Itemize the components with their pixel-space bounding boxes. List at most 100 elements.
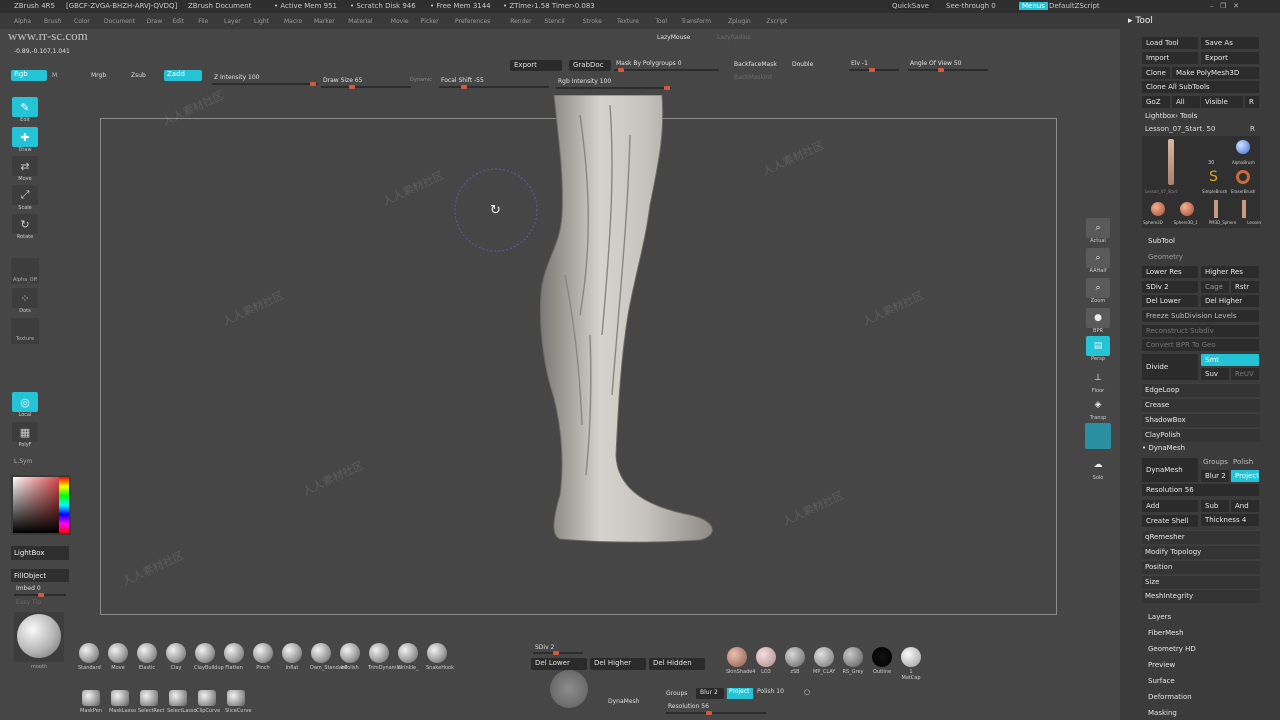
crease-menu[interactable]: Crease bbox=[1142, 398, 1260, 412]
bottom-groups-button[interactable]: Groups bbox=[666, 690, 687, 697]
zoom-button[interactable]: ⌕ Zoom bbox=[1085, 278, 1111, 304]
smooth-brush[interactable] bbox=[14, 612, 64, 662]
sphere3d-1-thumb[interactable] bbox=[1180, 202, 1194, 216]
import-button[interactable]: Import bbox=[1142, 52, 1198, 64]
draw-size-slider[interactable]: Draw Size 65 bbox=[323, 77, 362, 84]
del-lower-button[interactable]: Del Lower bbox=[1142, 295, 1198, 307]
bottom-del-higher-button[interactable]: Del Higher bbox=[590, 658, 646, 670]
backmaskint-slider[interactable]: BackMaskInt bbox=[734, 74, 772, 81]
make-polymesh-button[interactable]: Make PolyMesh3D bbox=[1172, 67, 1259, 79]
lightbox-tools-button[interactable]: Lightbox› Tools bbox=[1145, 112, 1197, 120]
brush-hpolish[interactable]: hPolish bbox=[339, 643, 361, 671]
lazyradius-slider[interactable]: LazyRadius bbox=[717, 34, 751, 41]
menu-texture[interactable]: Texture bbox=[617, 18, 639, 25]
menu-transform[interactable]: Transform bbox=[681, 18, 711, 25]
menu-color[interactable]: Color bbox=[74, 18, 90, 25]
color-picker[interactable] bbox=[11, 475, 71, 535]
brush-trimdynamic[interactable]: TrimDynamic bbox=[368, 643, 401, 671]
claypolish-menu[interactable]: ClayPolish bbox=[1142, 428, 1260, 442]
brush-move[interactable]: Move bbox=[107, 643, 129, 671]
groups-button[interactable]: Groups bbox=[1203, 458, 1228, 466]
menu-document[interactable]: Document bbox=[104, 18, 135, 25]
mrgb-button[interactable]: Mrgb bbox=[91, 72, 106, 79]
menu-light[interactable]: Light bbox=[254, 18, 269, 25]
material-1-matcap[interactable]: 1 MatCap bbox=[900, 647, 922, 681]
lsym-button[interactable]: L.Sym bbox=[14, 458, 32, 465]
brush-inflat[interactable]: Inflat bbox=[281, 643, 303, 671]
menu-picker[interactable]: Picker bbox=[421, 18, 439, 25]
create-shell-button[interactable]: Create Shell bbox=[1142, 515, 1198, 527]
sdiv-slider[interactable]: SDiv 2 bbox=[1142, 281, 1198, 293]
visible-button[interactable]: Visible bbox=[1201, 96, 1243, 108]
material-rs-grey[interactable]: RS_Grey bbox=[842, 647, 864, 681]
alphabrush-thumb[interactable] bbox=[1236, 140, 1250, 154]
dynamesh-section[interactable]: • DynaMesh bbox=[1142, 444, 1185, 452]
menu-macro[interactable]: Macro bbox=[284, 18, 302, 25]
floor-button[interactable]: ⊥ Floor bbox=[1085, 368, 1111, 394]
lazymouse-button[interactable]: LazyMouse bbox=[657, 34, 690, 41]
draw-tool[interactable]: ✚ Draw bbox=[11, 127, 39, 153]
bottom-dynamesh-button[interactable]: DynaMesh bbox=[608, 698, 639, 705]
circle-toggle[interactable]: ○ bbox=[804, 688, 810, 696]
menu-render[interactable]: Render bbox=[510, 18, 531, 25]
reconstruct-subdiv-button[interactable]: Reconstruct Subdiv bbox=[1142, 325, 1259, 337]
brush-masklasso[interactable]: MaskLasso bbox=[109, 690, 136, 714]
scale-tool[interactable]: ⤢ Scale bbox=[11, 185, 39, 211]
z-intensity-track[interactable] bbox=[212, 82, 318, 86]
brush-dam-standard[interactable]: Dam_Standard bbox=[310, 643, 347, 671]
thickness-slider[interactable]: Thickness 4 bbox=[1201, 514, 1259, 526]
bottom-resolution-track[interactable] bbox=[666, 711, 766, 715]
quicksave-button[interactable]: QuickSave bbox=[888, 2, 933, 10]
imbed-slider[interactable]: Imbed 0 bbox=[16, 585, 41, 592]
del-hidden-button[interactable]: Del Hidden bbox=[649, 658, 705, 670]
divide-button[interactable]: Divide bbox=[1142, 354, 1198, 380]
resolution-slider[interactable]: Resolution 56 bbox=[1142, 484, 1259, 496]
double-button[interactable]: Double bbox=[792, 61, 813, 68]
solo-button[interactable]: ☁ Solo bbox=[1085, 455, 1111, 481]
position-menu[interactable]: Position bbox=[1142, 560, 1260, 574]
pm3d-thumb[interactable] bbox=[1214, 200, 1218, 218]
xpose-button[interactable] bbox=[1085, 423, 1111, 449]
masking-menu[interactable]: Masking bbox=[1148, 709, 1177, 717]
default-zscript-button[interactable]: DefaultZScript bbox=[1049, 2, 1100, 10]
hue-strip[interactable] bbox=[59, 477, 69, 533]
menu-material[interactable]: Material bbox=[348, 18, 372, 25]
menu-preferences[interactable]: Preferences bbox=[455, 18, 490, 25]
size-menu[interactable]: Size bbox=[1142, 575, 1260, 589]
r-button[interactable]: R bbox=[1245, 96, 1259, 108]
brush-snakehook[interactable]: SnakeHook bbox=[426, 643, 454, 671]
reuv-button[interactable]: ReUV bbox=[1231, 368, 1259, 380]
del-higher-button[interactable]: Del Higher bbox=[1201, 295, 1259, 307]
mask-polygroups-track[interactable] bbox=[614, 68, 719, 72]
convert-bpr-button[interactable]: Convert BPR To Geo bbox=[1142, 339, 1259, 351]
menu-brush[interactable]: Brush bbox=[44, 18, 61, 25]
eraserbrush-thumb[interactable] bbox=[1236, 170, 1250, 184]
edit-tool[interactable]: ✎ Edit bbox=[11, 97, 39, 123]
smt-button[interactable]: Smt bbox=[1201, 354, 1259, 366]
aahalf-button[interactable]: ⌕ AAHalf bbox=[1085, 248, 1111, 274]
all-button[interactable]: All bbox=[1172, 96, 1200, 108]
m-button[interactable]: M bbox=[52, 72, 57, 79]
blur-slider[interactable]: Blur 2 bbox=[1201, 470, 1229, 482]
sphere3d-thumb[interactable] bbox=[1151, 202, 1165, 216]
geometry-menu[interactable]: Geometry bbox=[1148, 253, 1183, 261]
angle-of-view-track[interactable] bbox=[908, 68, 988, 72]
meshintegrity-menu[interactable]: MeshIntegrity bbox=[1142, 589, 1260, 603]
window-controls[interactable]: – ❐ ✕ bbox=[1210, 2, 1239, 10]
draw-size-track[interactable] bbox=[321, 85, 411, 89]
tool-r-button[interactable]: R bbox=[1250, 125, 1255, 133]
export-button[interactable]: Export bbox=[510, 60, 562, 71]
clone-button[interactable]: Clone bbox=[1142, 67, 1170, 79]
polish-button[interactable]: Polish bbox=[1233, 458, 1253, 466]
menus-button[interactable]: Menus bbox=[1019, 2, 1048, 10]
menu-draw[interactable]: Draw bbox=[147, 18, 163, 25]
material-skinshade4[interactable]: SkinShade4 bbox=[726, 647, 755, 681]
imbed-track[interactable] bbox=[14, 593, 66, 597]
alpha-off-button[interactable]: Alpha_Off bbox=[11, 258, 39, 284]
actual-button[interactable]: ⌕ Actual bbox=[1085, 218, 1111, 244]
brush-standard[interactable]: Standard bbox=[78, 643, 101, 671]
dots-stroke[interactable]: ⁘ Dots bbox=[11, 288, 39, 314]
zadd-button[interactable]: Zadd bbox=[164, 70, 202, 81]
sub-button[interactable]: Sub bbox=[1201, 500, 1229, 512]
preview-menu[interactable]: Preview bbox=[1148, 661, 1175, 669]
